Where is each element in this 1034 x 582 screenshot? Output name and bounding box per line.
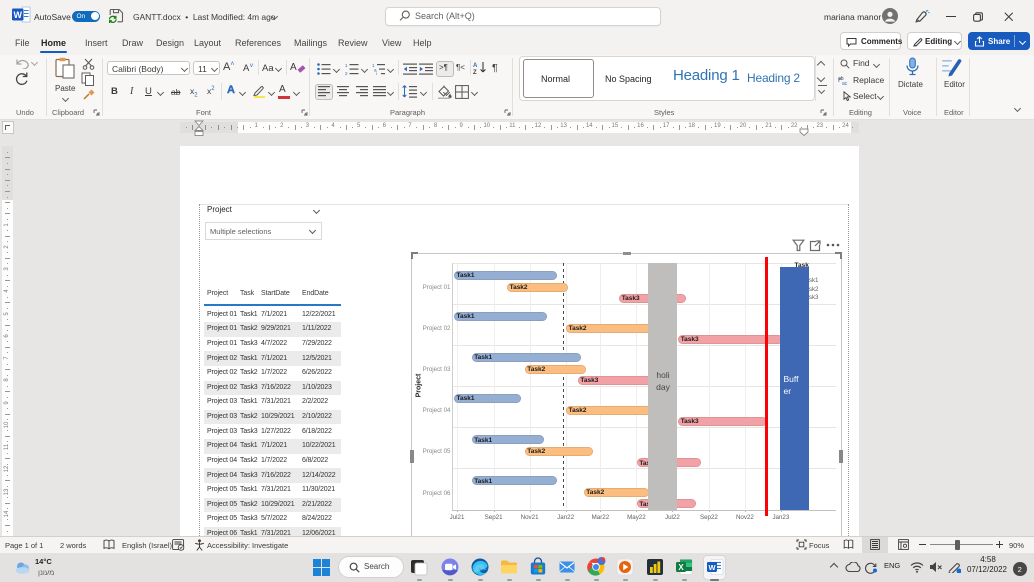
svg-text:W: W bbox=[13, 10, 22, 20]
svg-text:A: A bbox=[473, 63, 478, 69]
svg-text:2: 2 bbox=[345, 71, 348, 75]
svg-text:W: W bbox=[708, 563, 716, 572]
svg-text:ac: ac bbox=[842, 81, 848, 85]
svg-text:i: i bbox=[376, 71, 377, 75]
svg-text:Z: Z bbox=[473, 70, 477, 75]
svg-text:X: X bbox=[678, 563, 684, 572]
svg-text:1: 1 bbox=[345, 63, 348, 68]
